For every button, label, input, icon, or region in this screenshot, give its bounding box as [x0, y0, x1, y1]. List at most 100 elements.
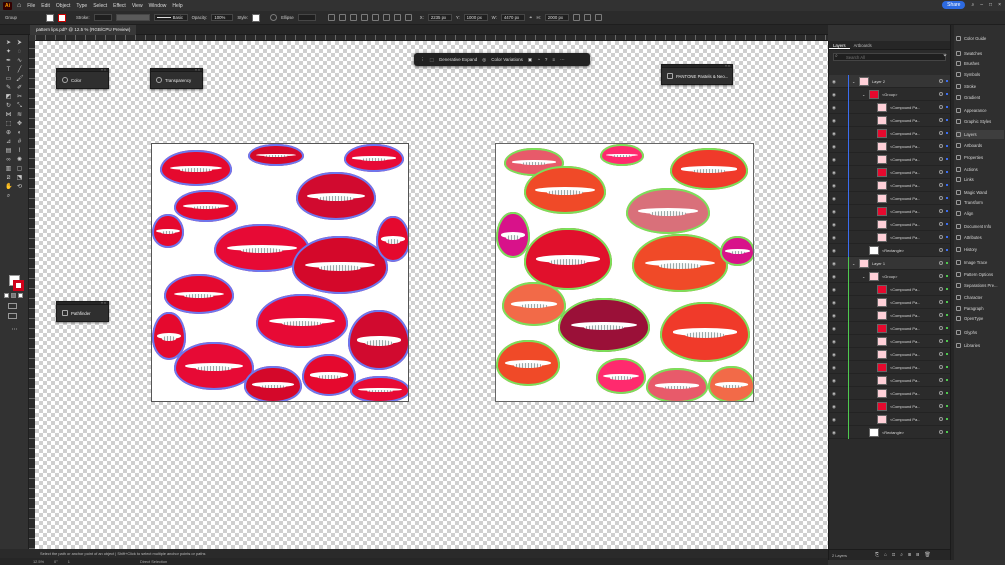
target-circle-icon[interactable]	[939, 222, 943, 226]
selection-indicator[interactable]	[946, 366, 948, 368]
brush-definition[interactable]: Basic	[153, 14, 188, 21]
y-field[interactable]: 1000 px	[463, 14, 488, 21]
sublayer-row[interactable]: ◉ <Compound Pa...	[829, 205, 951, 218]
dock-item-properties[interactable]: Properties	[956, 153, 1004, 162]
sublayer-row[interactable]: ◉ <Compound Pa...	[829, 413, 951, 426]
menu-edit[interactable]: Edit	[41, 3, 50, 9]
dock-item-transform[interactable]: Transform	[956, 198, 1004, 207]
selection-indicator[interactable]	[946, 197, 948, 199]
free-transform-tool-icon[interactable]: ⬚	[5, 121, 12, 127]
sublayer-row[interactable]: ◉ <Compound Pa...	[829, 400, 951, 413]
layer-name[interactable]: <Compound Pa...	[890, 235, 920, 240]
sublayer-row[interactable]: ◉ <Compound Pa...	[829, 322, 951, 335]
lips-shape[interactable]	[626, 188, 710, 234]
layer-name[interactable]: Layer 2	[872, 79, 885, 84]
sublayer-row[interactable]: ◉ <Compound Pa...	[829, 231, 951, 244]
layer-name[interactable]: <Compound Pa...	[890, 300, 920, 305]
sublayer-row[interactable]: ◉ <Compound Pa...	[829, 309, 951, 322]
selection-indicator[interactable]	[946, 171, 948, 173]
mesh-tool-icon[interactable]: #	[16, 139, 23, 145]
selection-indicator[interactable]	[946, 119, 948, 121]
maximize-icon[interactable]: □	[989, 2, 992, 8]
visibility-eye-icon[interactable]: ◉	[832, 105, 836, 111]
draw-mode-icon[interactable]	[8, 303, 17, 309]
tab-layers[interactable]: Layers	[829, 41, 850, 49]
visibility-eye-icon[interactable]: ◉	[832, 235, 836, 241]
curvature-tool-icon[interactable]: ∿	[16, 58, 23, 64]
selection-indicator[interactable]	[946, 418, 948, 420]
shape-builder-tool-icon[interactable]: ⊕	[5, 130, 12, 136]
dock-item-image-trace[interactable]: Image Trace	[956, 258, 1004, 267]
generative-expand-button[interactable]: Generative Expand	[439, 57, 478, 62]
target-circle-icon[interactable]	[939, 144, 943, 148]
panel-chip-header[interactable]	[57, 69, 108, 72]
layer-row[interactable]: ◉ ⌄ Layer 1	[829, 257, 951, 270]
magic-wand-tool-icon[interactable]: ✦	[5, 49, 12, 55]
lips-shape[interactable]	[350, 376, 408, 401]
selection-indicator[interactable]	[946, 314, 948, 316]
sublayer-row[interactable]: ◉ <Compound Pa...	[829, 101, 951, 114]
sublayer-row[interactable]: ◉ ⌄ <Group>	[829, 270, 951, 283]
zoom-tool-icon[interactable]: ⌕	[5, 193, 12, 199]
hand-tool-icon[interactable]: ✋	[5, 184, 12, 190]
dock-item-character[interactable]: Character	[956, 293, 1004, 302]
pantone-panel-chip[interactable]: PANTONE Pastels & Neo...	[661, 64, 733, 85]
layer-name[interactable]: <Compound Pa...	[890, 157, 920, 162]
menu-help[interactable]: Help	[172, 3, 182, 9]
layer-name[interactable]: <Compound Pa...	[890, 287, 920, 292]
eyedropper-tool-icon[interactable]: ⌇	[16, 148, 23, 154]
visibility-eye-icon[interactable]: ◉	[832, 339, 836, 345]
selection-indicator[interactable]	[946, 301, 948, 303]
selection-indicator[interactable]	[946, 93, 948, 95]
sublayer-row[interactable]: ◉ <Compound Pa...	[829, 361, 951, 374]
dock-item-appearance[interactable]: Appearance	[956, 106, 1004, 115]
visibility-eye-icon[interactable]: ◉	[832, 79, 836, 85]
visibility-eye-icon[interactable]: ◉	[832, 430, 836, 436]
layer-name[interactable]: <Rectangle>	[882, 248, 904, 253]
lips-shape[interactable]	[244, 366, 302, 401]
lips-shape[interactable]	[720, 236, 753, 266]
selection-indicator[interactable]	[946, 353, 948, 355]
lips-shape[interactable]	[376, 216, 408, 262]
visibility-eye-icon[interactable]: ◉	[832, 391, 836, 397]
lips-shape[interactable]	[632, 234, 728, 292]
lips-shape[interactable]	[164, 274, 234, 314]
search-icon[interactable]: ⌕	[971, 2, 974, 8]
slice-tool-icon[interactable]: ⧄	[5, 175, 12, 181]
dock-item-gradient[interactable]: Gradient	[956, 93, 1004, 102]
layer-name[interactable]: <Compound Pa...	[890, 391, 920, 396]
opacity-field[interactable]: 100%	[211, 14, 234, 21]
stroke-weight-field[interactable]	[93, 14, 112, 21]
visibility-eye-icon[interactable]: ◉	[832, 170, 836, 176]
dock-item-document-info[interactable]: Document Info	[956, 222, 1004, 231]
layer-name[interactable]: <Compound Pa...	[890, 222, 920, 227]
distribute-icon[interactable]	[393, 14, 401, 21]
layer-name[interactable]: <Compound Pa...	[890, 365, 920, 370]
dock-item-paragraph[interactable]: Paragraph	[956, 304, 1004, 313]
layer-name[interactable]: <Compound Pa...	[890, 118, 920, 123]
color-variations-button[interactable]: Color Variations	[491, 57, 523, 62]
dock-item-brushes[interactable]: Brushes	[956, 59, 1004, 68]
stroke-color-swatch[interactable]	[13, 280, 24, 291]
visibility-eye-icon[interactable]: ◉	[832, 183, 836, 189]
zoom-level[interactable]: 12.5%	[33, 559, 44, 564]
lips-shape[interactable]	[344, 144, 404, 172]
align-bottom-icon[interactable]	[382, 14, 390, 21]
layer-name[interactable]: <Compound Pa...	[890, 378, 920, 383]
dock-item-magic-wand[interactable]: Magic Wand	[956, 188, 1004, 197]
selection-indicator[interactable]	[946, 132, 948, 134]
sublayer-row[interactable]: ◉ <Compound Pa...	[829, 166, 951, 179]
selection-indicator[interactable]	[946, 158, 948, 160]
recolor-icon[interactable]	[270, 14, 278, 21]
sublayer-row[interactable]: ◉ <Rectangle>	[829, 426, 951, 439]
line-tool-icon[interactable]: ╱	[16, 67, 23, 73]
artboard-tool-icon[interactable]: ▢	[16, 166, 23, 172]
lips-shape[interactable]	[296, 172, 376, 220]
menu-object[interactable]: Object	[56, 3, 70, 9]
dock-item-links[interactable]: Links	[956, 175, 1004, 184]
visibility-eye-icon[interactable]: ◉	[832, 378, 836, 384]
layer-name[interactable]: <Group>	[882, 274, 897, 279]
rotate-tool-icon[interactable]: ↻	[5, 103, 12, 109]
artboard-left[interactable]	[151, 143, 409, 402]
direct-selection-tool-icon[interactable]: ⮞	[16, 40, 23, 46]
